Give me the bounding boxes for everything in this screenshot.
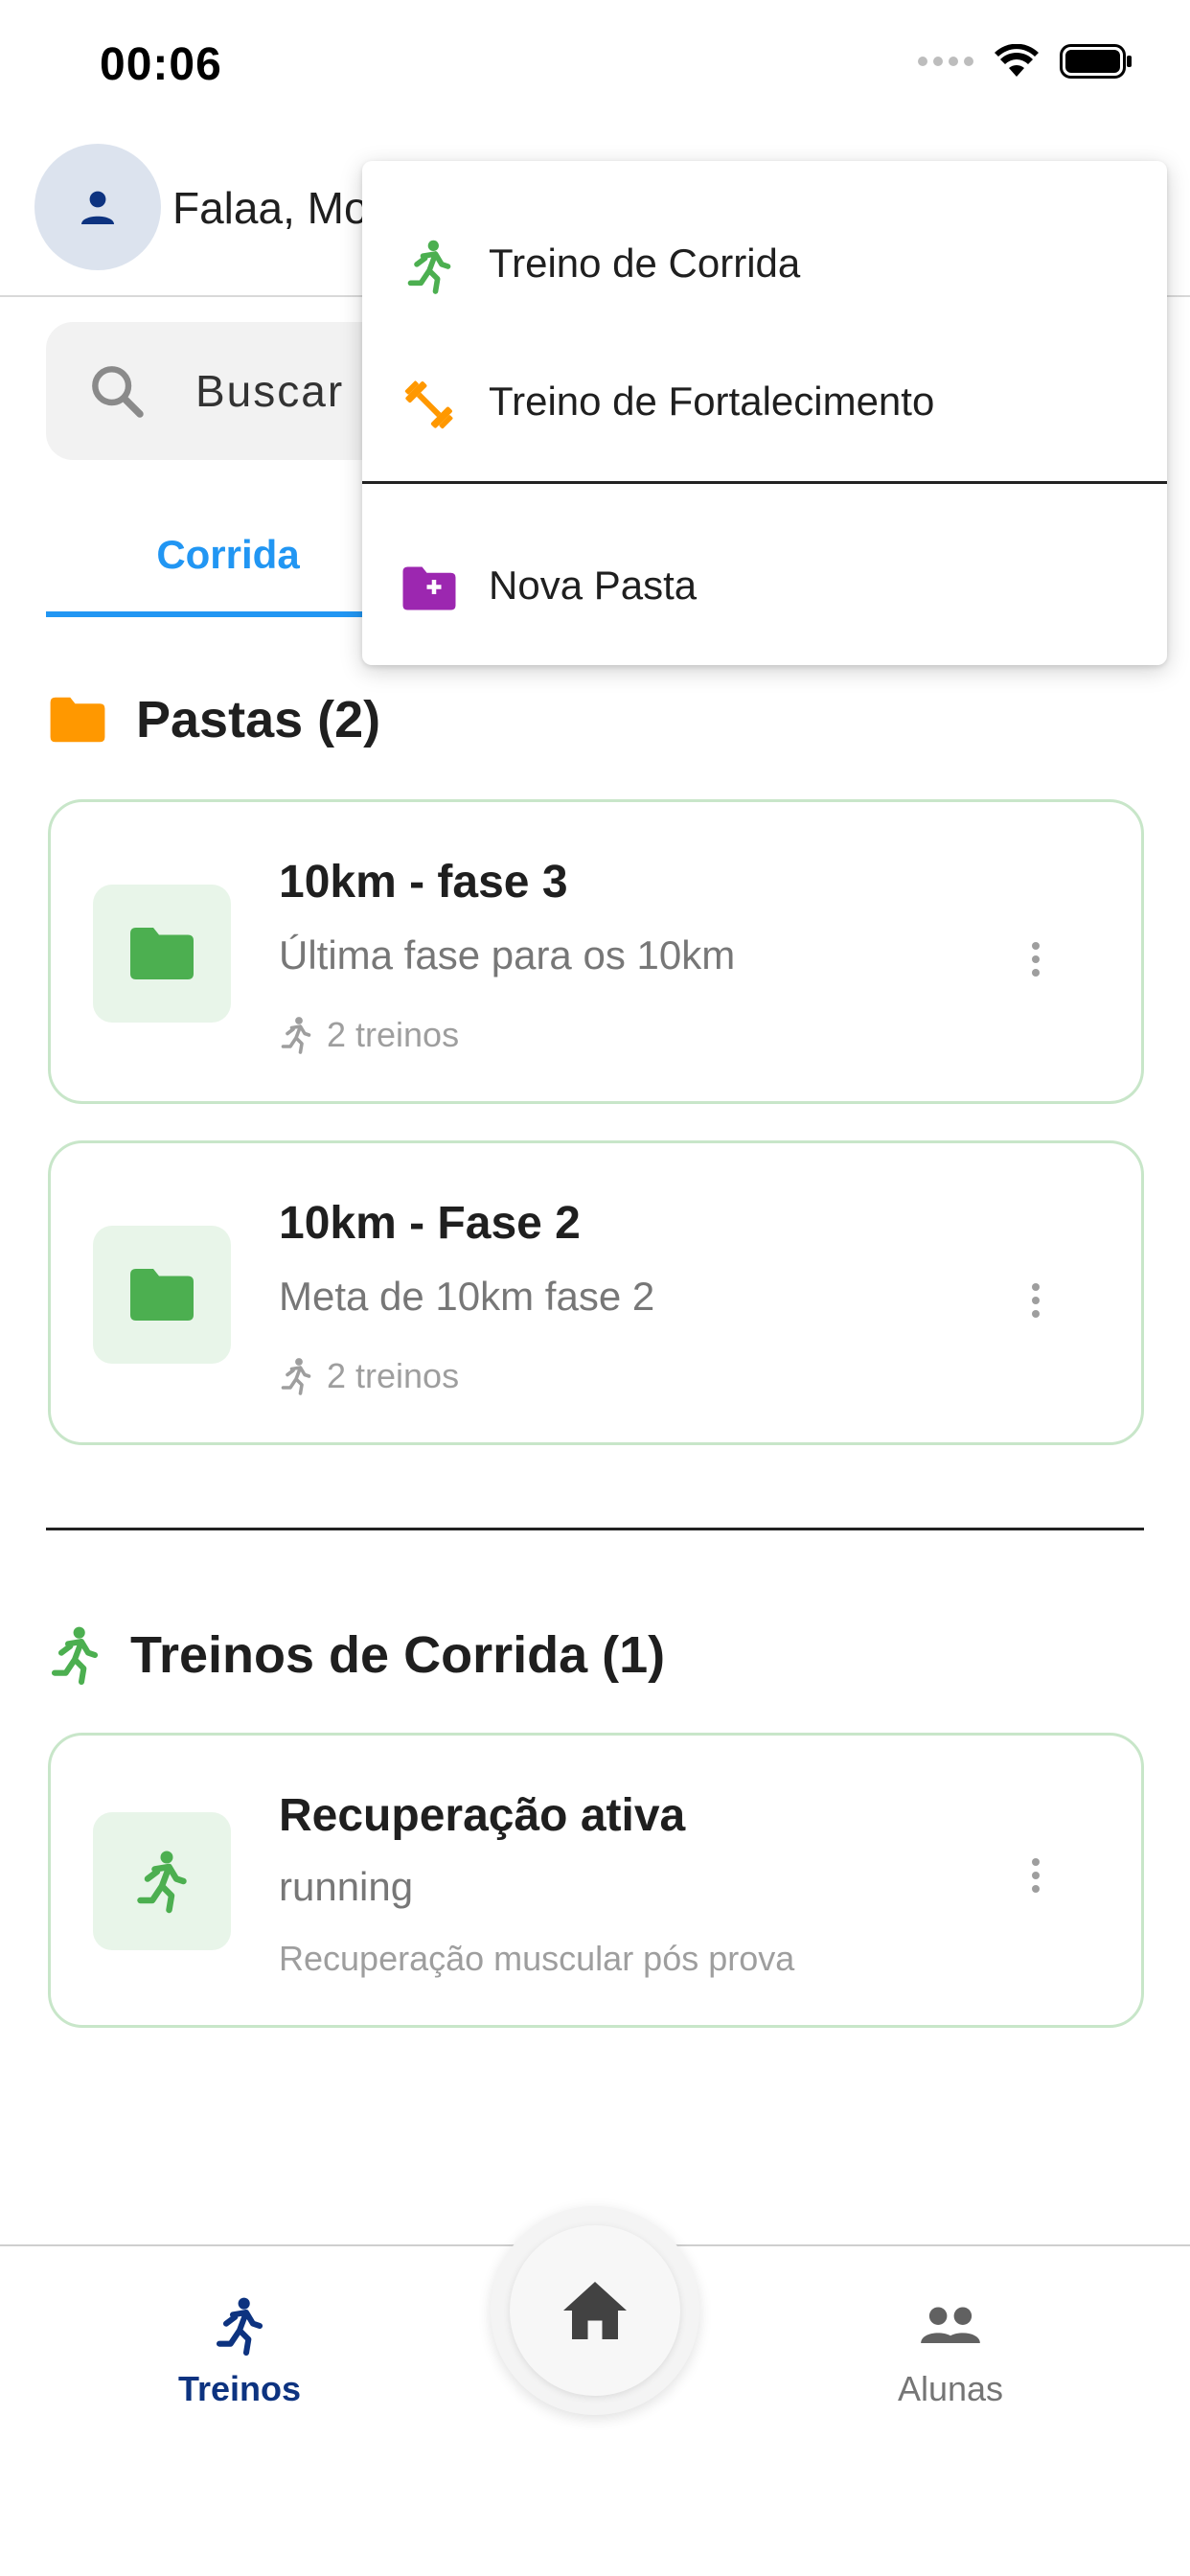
folders-section-title: Pastas (2) (136, 691, 381, 748)
running-icon (281, 1017, 311, 1054)
nav-label: Treinos (177, 2369, 302, 2408)
menu-item-label: Treino de Fortalecimento (489, 379, 935, 424)
menu-icon-wrap (400, 560, 458, 617)
search-icon (92, 366, 144, 418)
wifi-icon (995, 44, 1039, 77)
folder-icon (130, 928, 194, 979)
status-icons (918, 44, 1133, 79)
dumbbell-icon (404, 380, 453, 429)
folder-icon (50, 697, 105, 743)
folder-meta: 2 treinos (279, 1356, 459, 1396)
tab-corrida[interactable]: Corrida (46, 498, 410, 617)
folder-card[interactable]: 10km - Fase 2 Meta de 10km fase 2 2 trei… (48, 1140, 1144, 1445)
avatar[interactable] (34, 144, 161, 270)
folder-subtitle: Última fase para os 10km (279, 932, 736, 978)
menu-divider (362, 481, 1167, 484)
folder-thumb (93, 885, 231, 1023)
folders-section-header: Pastas (2) (48, 690, 380, 749)
runs-section-header: Treinos de Corrida (1) (48, 1623, 665, 1687)
menu-item-label: Nova Pasta (489, 563, 698, 608)
folder-icon (130, 1269, 194, 1321)
workout-description-text: Recuperação muscular pós prova (279, 1939, 795, 1978)
group-icon (921, 2307, 980, 2343)
status-bar: 00:06 (0, 0, 1190, 134)
running-icon (407, 240, 451, 294)
menu-icon-wrap (400, 238, 458, 295)
status-time: 00:06 (100, 39, 222, 90)
running-icon (51, 1626, 99, 1686)
folder-meta-text: 2 treinos (327, 1015, 460, 1054)
runs-section-title: Treinos de Corrida (1) (130, 1626, 666, 1684)
section-divider (46, 1528, 1144, 1530)
workout-title: Recuperação ativa (279, 1790, 686, 1841)
folder-add-icon (402, 566, 456, 610)
folder-thumb (93, 1226, 231, 1364)
more-options-icon[interactable] (1026, 942, 1045, 977)
menu-item-nova-pasta[interactable]: Nova Pasta (362, 533, 1167, 638)
folder-title: 10km - fase 3 (279, 857, 568, 908)
nav-label: Alunas (897, 2369, 1004, 2408)
workout-card[interactable]: Recuperação ativa running Recuperação mu… (48, 1733, 1144, 2028)
home-button-inner (510, 2225, 680, 2396)
home-icon (563, 2282, 627, 2339)
menu-icon-wrap (400, 376, 458, 433)
signal-icon (918, 57, 973, 66)
more-options-icon[interactable] (1026, 1858, 1045, 1893)
battery-icon (1060, 44, 1132, 79)
folder-card[interactable]: 10km - fase 3 Última fase para os 10km 2… (48, 799, 1144, 1104)
home-button[interactable] (491, 2206, 699, 2415)
folder-subtitle: Meta de 10km fase 2 (279, 1274, 655, 1319)
running-icon (216, 2297, 263, 2357)
greeting-text: Falaa, Mo (172, 183, 369, 233)
more-options-icon[interactable] (1026, 1283, 1045, 1318)
app-screen: 00:06 Falaa, Mo Buscar Corrida Pastas (2… (0, 0, 1190, 2576)
running-icon (281, 1358, 311, 1395)
menu-item-treino-fortalecimento[interactable]: Treino de Fortalecimento (362, 349, 1167, 454)
nav-item-alunas[interactable]: Alunas (835, 2294, 1065, 2409)
workout-type: running (279, 1864, 414, 1909)
workout-thumb (93, 1812, 231, 1950)
folder-meta-text: 2 treinos (327, 1356, 460, 1395)
workout-description: Recuperação muscular pós prova (279, 1939, 794, 1979)
nav-item-treinos[interactable]: Treinos (125, 2294, 355, 2409)
folder-meta: 2 treinos (279, 1015, 459, 1055)
create-menu: Treino de Corrida Treino de Fortalecimen… (362, 161, 1167, 665)
person-icon (81, 191, 114, 224)
menu-item-label: Treino de Corrida (489, 241, 801, 286)
menu-item-treino-corrida[interactable]: Treino de Corrida (362, 211, 1167, 316)
folder-title: 10km - Fase 2 (279, 1198, 581, 1249)
running-icon (137, 1851, 187, 1914)
